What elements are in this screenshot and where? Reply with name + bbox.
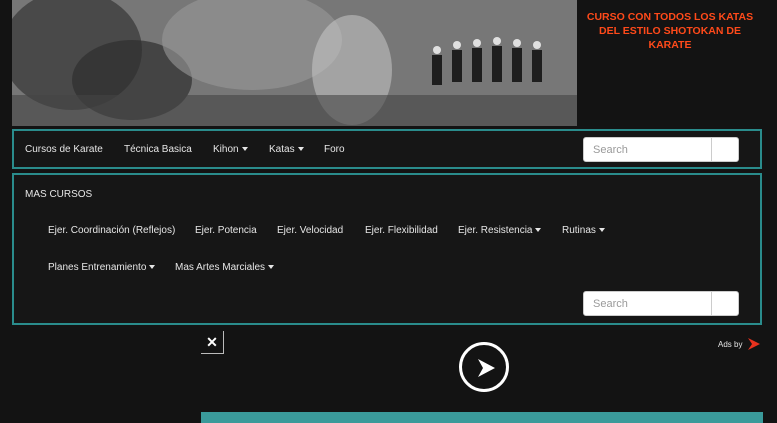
main-navbar: Cursos de Karate Técnica Basica Kihon Ka…	[12, 129, 762, 169]
nav-label: Cursos de Karate	[25, 144, 103, 155]
nav-label: Ejer. Flexibilidad	[365, 225, 438, 236]
navbar-search-box	[583, 137, 739, 162]
nav-ejer-flexibilidad[interactable]: Ejer. Flexibilidad	[365, 225, 438, 236]
more-courses-panel: MAS CURSOS Ejer. Coordinación (Reflejos)…	[12, 173, 762, 325]
nav-ejer-potencia[interactable]: Ejer. Potencia	[195, 225, 257, 236]
content-bar	[201, 412, 763, 423]
nav-ejer-coordinacion[interactable]: Ejer. Coordinación (Reflejos)	[48, 225, 175, 236]
caret-down-icon	[241, 147, 248, 152]
nav-label: Ejer. Potencia	[195, 225, 257, 236]
nav-label: Katas	[269, 144, 295, 155]
nav-label: Foro	[324, 144, 345, 155]
nav-label: Ejer. Coordinación (Reflejos)	[48, 225, 176, 236]
header-banner-image	[12, 0, 577, 126]
close-icon: ✕	[206, 333, 218, 350]
nav-kihon-dropdown[interactable]: Kihon	[213, 144, 248, 155]
nav-rutinas-dropdown[interactable]: Rutinas	[562, 225, 605, 236]
nav-tecnica-basica[interactable]: Técnica Basica	[124, 144, 192, 155]
caret-down-icon	[268, 265, 275, 270]
nav-katas-dropdown[interactable]: Katas	[269, 144, 304, 155]
nav-label: Mas Artes Marciales	[175, 262, 266, 273]
play-video-button[interactable]	[459, 342, 509, 392]
nav-foro[interactable]: Foro	[324, 144, 345, 155]
panel-search-box	[583, 291, 739, 316]
navbar-search-input[interactable]	[584, 138, 714, 161]
caret-down-icon	[535, 228, 542, 233]
ads-logo-icon	[748, 338, 761, 350]
nav-label: Técnica Basica	[124, 144, 192, 155]
panel-search-input[interactable]	[584, 292, 714, 315]
course-promo-link[interactable]: CURSO CON TODOS LOS KATAS DEL ESTILO SHO…	[580, 10, 760, 52]
nav-label: Ejer. Velocidad	[277, 225, 344, 236]
nav-planes-entrenamiento-dropdown[interactable]: Planes Entrenamiento	[48, 262, 156, 273]
nav-label: Planes Entrenamiento	[48, 262, 147, 273]
nav-ejer-resistencia-dropdown[interactable]: Ejer. Resistencia	[458, 225, 542, 236]
caret-down-icon	[297, 147, 304, 152]
nav-ejer-velocidad[interactable]: Ejer. Velocidad	[277, 225, 343, 236]
ads-by-label: Ads by	[718, 339, 743, 349]
nav-cursos-de-karate[interactable]: Cursos de Karate	[25, 144, 103, 155]
panel-title: MAS CURSOS	[25, 189, 93, 200]
search-button[interactable]	[711, 292, 738, 315]
search-button[interactable]	[711, 138, 738, 161]
nav-label: Kihon	[213, 144, 239, 155]
nav-label: Ejer. Resistencia	[458, 225, 533, 236]
nav-mas-artes-marciales-dropdown[interactable]: Mas Artes Marciales	[175, 262, 275, 273]
nav-label: Rutinas	[562, 225, 596, 236]
ads-by-badge[interactable]: Ads by	[718, 337, 761, 351]
caret-down-icon	[598, 228, 605, 233]
caret-down-icon	[149, 265, 156, 270]
close-ad-button[interactable]: ✕	[201, 331, 224, 354]
play-icon	[478, 359, 495, 377]
